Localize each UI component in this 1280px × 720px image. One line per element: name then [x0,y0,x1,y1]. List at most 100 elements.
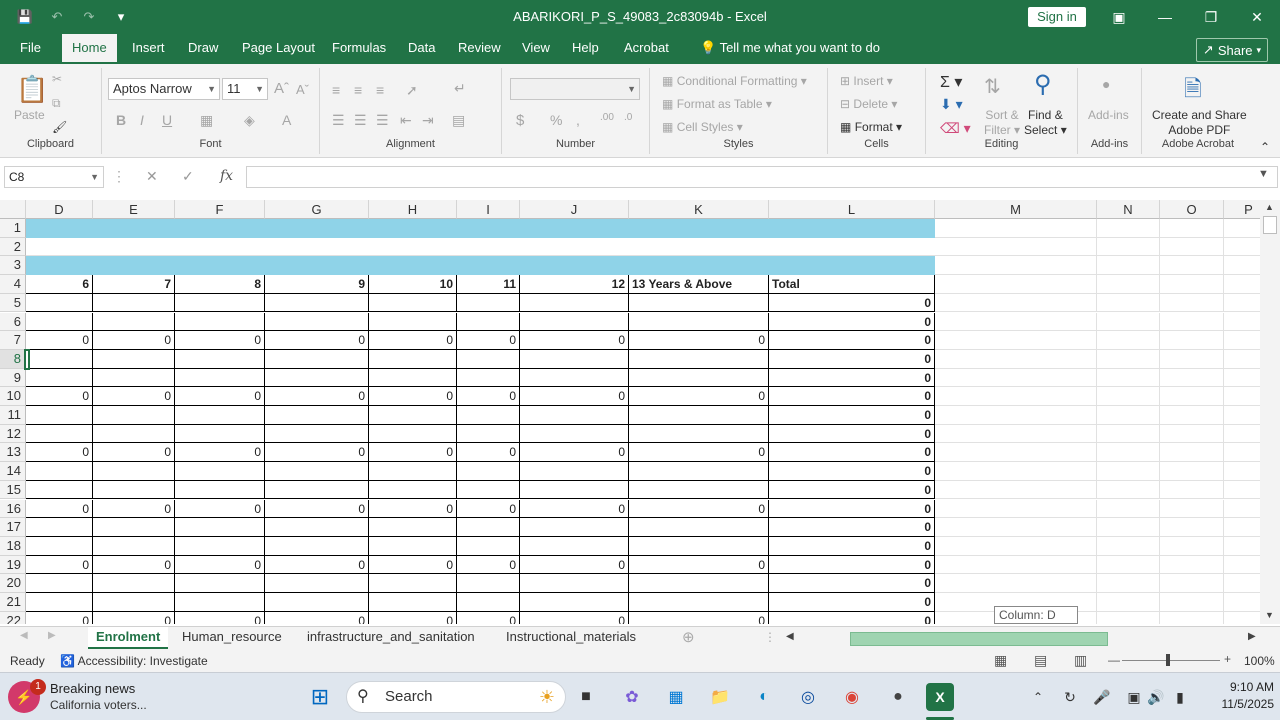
table-cell[interactable]: 0 [265,331,369,350]
table-cell[interactable] [265,368,369,388]
column-header[interactable]: J [520,200,629,219]
table-cell[interactable] [935,219,1097,238]
table-cell[interactable] [1224,612,1260,624]
table-cell[interactable] [457,593,520,612]
table-cell[interactable]: 0 [265,387,369,406]
table-cell[interactable]: 0 [629,387,769,406]
table-cell[interactable] [1160,593,1224,612]
page-layout-view-icon[interactable]: ▤ [1034,652,1047,669]
table-cell[interactable]: 0 [93,331,175,350]
table-cell[interactable] [520,219,629,238]
file-explorer-icon[interactable]: 📁 [706,683,734,711]
table-cell[interactable] [457,536,520,556]
row-header[interactable]: 17 [0,518,26,537]
table-cell[interactable]: 0 [457,331,520,350]
table-cell[interactable]: 0 [26,555,93,575]
table-cell[interactable]: 0 [369,555,457,575]
microphone-icon[interactable]: 🎤 [1088,683,1116,711]
horizontal-scrollbar[interactable] [796,632,1240,646]
table-cell[interactable] [175,480,265,500]
table-cell[interactable] [935,312,1097,332]
table-cell[interactable]: 0 [26,443,93,463]
total-cell[interactable]: 0 [769,499,935,519]
table-cell[interactable] [175,256,265,275]
table-cell[interactable] [457,574,520,593]
table-cell[interactable] [457,406,520,425]
table-cell[interactable] [369,424,457,444]
insert-cells-button[interactable]: ⊞ Insert ▾ [840,74,893,88]
tab-acrobat[interactable]: Acrobat [614,34,679,64]
table-cell[interactable] [935,480,1097,500]
next-sheet-icon[interactable]: ▶ [48,630,56,641]
underline-icon[interactable]: U [162,112,172,128]
table-cell[interactable] [265,312,369,332]
borders-icon[interactable]: ▦ [200,112,213,129]
delete-cells-button[interactable]: ⊟ Delete ▾ [840,97,897,111]
table-cell[interactable] [265,219,369,238]
table-cell[interactable] [935,237,1097,257]
maximize-button[interactable]: ❐ [1188,0,1234,34]
table-header-cell[interactable]: 8 [175,275,265,294]
table-cell[interactable]: 0 [26,499,93,519]
table-cell[interactable] [1160,312,1224,332]
table-cell[interactable] [175,293,265,313]
align-left-icon[interactable]: ☰ [332,112,345,129]
table-cell[interactable] [1160,462,1224,481]
align-middle-icon[interactable]: ≡ [354,82,362,98]
table-cell[interactable] [1097,424,1160,444]
find-select-button[interactable]: Find & Select ▾ [1024,108,1067,138]
table-cell[interactable] [629,219,769,238]
table-cell[interactable] [1160,611,1224,624]
table-cell[interactable] [457,462,520,481]
total-cell[interactable]: 0 [769,406,935,425]
table-cell[interactable] [935,574,1097,593]
zoom-slider-thumb[interactable] [1166,654,1170,666]
table-cell[interactable] [265,593,369,612]
find-select-icon[interactable]: ⚲ [1034,70,1052,99]
table-cell[interactable] [520,312,629,332]
table-cell[interactable]: 0 [93,611,175,624]
table-cell[interactable]: 0 [369,499,457,519]
table-cell[interactable] [1224,369,1260,388]
table-cell[interactable]: 0 [629,611,769,624]
normal-view-icon[interactable]: ▦ [994,652,1007,669]
table-cell[interactable] [1097,312,1160,332]
table-cell[interactable] [629,406,769,425]
sort-filter-icon[interactable]: ⇅ [984,74,1001,99]
table-header-cell[interactable]: 7 [93,275,175,294]
tab-review[interactable]: Review [448,34,511,64]
table-cell[interactable] [265,518,369,537]
table-cell[interactable] [935,424,1097,444]
table-cell[interactable] [1160,518,1224,537]
column-header[interactable]: H [369,200,457,219]
total-cell[interactable]: 0 [769,480,935,500]
table-cell[interactable] [93,406,175,425]
table-cell[interactable]: 0 [629,555,769,575]
table-cell[interactable]: 0 [520,387,629,406]
table-cell[interactable] [1224,331,1260,350]
table-cell[interactable] [1160,574,1224,593]
total-cell[interactable]: 0 [769,574,935,593]
align-bottom-icon[interactable]: ≡ [376,82,384,98]
column-header[interactable]: D [26,200,93,219]
cell-styles-button[interactable]: ▦ Cell Styles ▾ [662,120,743,134]
bold-icon[interactable]: B [116,112,126,128]
table-cell[interactable]: 0 [457,611,520,624]
table-cell[interactable] [457,238,520,257]
table-cell[interactable]: 0 [457,443,520,463]
table-cell[interactable] [1160,219,1224,238]
tab-draw[interactable]: Draw [178,34,228,64]
scroll-down-icon[interactable]: ▼ [1265,610,1274,620]
total-cell[interactable]: 0 [769,593,935,612]
table-cell[interactable] [369,406,457,425]
row-header[interactable]: 9 [0,368,26,388]
table-cell[interactable] [265,462,369,481]
table-cell[interactable] [175,368,265,388]
table-header-cell[interactable]: 9 [265,275,369,294]
table-cell[interactable] [1160,349,1224,369]
number-format-combo[interactable]: ▼ [510,78,640,100]
row-header[interactable]: 13 [0,443,26,463]
total-cell[interactable]: 0 [769,536,935,556]
table-cell[interactable] [520,349,629,369]
table-cell[interactable] [1097,518,1160,537]
